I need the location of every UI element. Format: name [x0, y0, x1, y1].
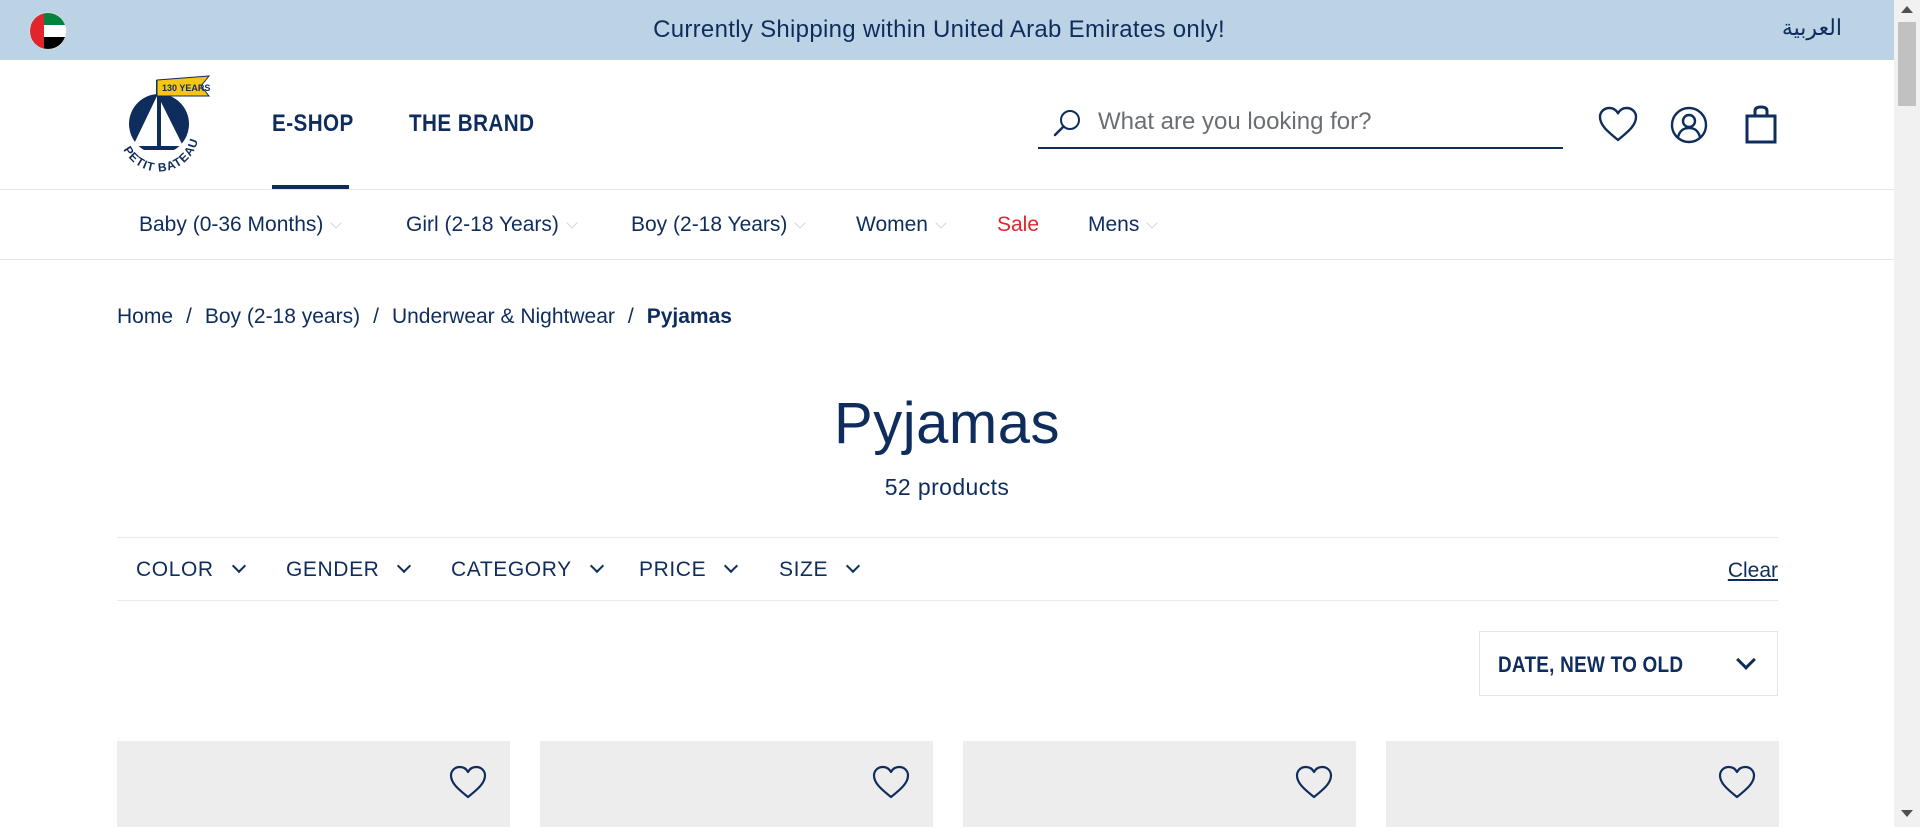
nav-the-brand[interactable]: THE BRAND	[409, 110, 534, 138]
language-switch[interactable]: العربية	[1782, 15, 1842, 41]
page-scrollbar[interactable]	[1894, 0, 1920, 827]
filter-category[interactable]: CATEGORY	[451, 558, 604, 582]
category-women[interactable]: Women	[856, 213, 947, 237]
search-icon[interactable]	[1052, 108, 1082, 138]
announcement-bar: Currently Shipping within United Arab Em…	[0, 0, 1894, 60]
breadcrumb-underwear[interactable]: Underwear & Nightwear	[392, 305, 615, 328]
search-bar	[1038, 96, 1563, 149]
scroll-down-arrow[interactable]	[1901, 810, 1913, 817]
category-sale[interactable]: Sale	[997, 213, 1039, 237]
category-nav: Baby (0-36 Months) Girl (2-18 Years) Boy…	[0, 191, 1894, 260]
bag-icon[interactable]	[1740, 104, 1782, 146]
scroll-up-arrow[interactable]	[1901, 6, 1913, 13]
product-card[interactable]	[117, 741, 510, 827]
chevron-down-icon	[935, 217, 947, 229]
chevron-down-icon	[589, 558, 604, 574]
sort-selected: DATE, NEW TO OLD	[1498, 652, 1684, 677]
sort-dropdown[interactable]: DATE, NEW TO OLD	[1479, 631, 1778, 696]
category-baby[interactable]: Baby (0-36 Months)	[139, 213, 343, 237]
search-input[interactable]	[1098, 104, 1548, 140]
site-header: 130 YEARS PETIT BATEAU E-SHOP THE BRAND	[0, 60, 1894, 190]
clear-filters-link[interactable]: Clear	[1728, 559, 1778, 583]
page-title: Pyjamas	[834, 391, 1060, 456]
filter-color[interactable]: COLOR	[136, 558, 246, 582]
heart-icon[interactable]	[871, 763, 911, 803]
chevron-down-icon	[566, 217, 578, 229]
chevron-down-icon	[397, 558, 412, 574]
breadcrumb-separator: /	[373, 305, 379, 328]
filter-price[interactable]: PRICE	[639, 558, 739, 582]
breadcrumb-separator: /	[186, 305, 192, 328]
chevron-down-icon	[1146, 217, 1159, 229]
breadcrumb-home[interactable]: Home	[117, 305, 173, 328]
account-icon[interactable]	[1668, 104, 1710, 146]
chevron-down-icon	[1736, 650, 1756, 670]
heart-icon[interactable]	[448, 763, 488, 803]
product-count: 52 products	[884, 474, 1010, 500]
chevron-down-icon	[846, 558, 861, 574]
announcement-text: Currently Shipping within United Arab Em…	[653, 16, 1225, 43]
nav-eshop[interactable]: E-SHOP	[272, 110, 354, 138]
scroll-thumb[interactable]	[1898, 22, 1916, 106]
product-card[interactable]	[963, 741, 1356, 827]
filter-size[interactable]: SIZE	[779, 558, 861, 582]
category-girl[interactable]: Girl (2-18 Years)	[406, 213, 578, 237]
category-boy[interactable]: Boy (2-18 Years)	[631, 213, 807, 237]
breadcrumb: Home / Boy (2-18 years) / Underwear & Nightw…	[117, 305, 732, 329]
chevron-down-icon	[231, 558, 246, 574]
heart-icon[interactable]	[1597, 104, 1639, 146]
heart-icon[interactable]	[1717, 763, 1757, 803]
filter-bar: COLOR GENDER CATEGORY PRICE SIZE Clear	[117, 537, 1778, 601]
svg-text:130 YEARS: 130 YEARS	[162, 83, 210, 93]
breadcrumb-current: Pyjamas	[646, 305, 732, 328]
brand-logo[interactable]: 130 YEARS PETIT BATEAU	[113, 72, 213, 180]
breadcrumb-boy[interactable]: Boy (2-18 years)	[205, 305, 360, 328]
breadcrumb-separator: /	[627, 305, 634, 328]
filter-gender[interactable]: GENDER	[286, 558, 412, 582]
product-card[interactable]	[1386, 741, 1779, 827]
chevron-down-icon	[330, 217, 343, 229]
chevron-down-icon	[724, 558, 739, 574]
chevron-down-icon	[794, 217, 807, 229]
active-nav-indicator	[272, 185, 349, 189]
category-mens[interactable]: Mens	[1088, 213, 1159, 237]
product-card[interactable]	[540, 741, 933, 827]
heart-icon[interactable]	[1294, 763, 1334, 803]
